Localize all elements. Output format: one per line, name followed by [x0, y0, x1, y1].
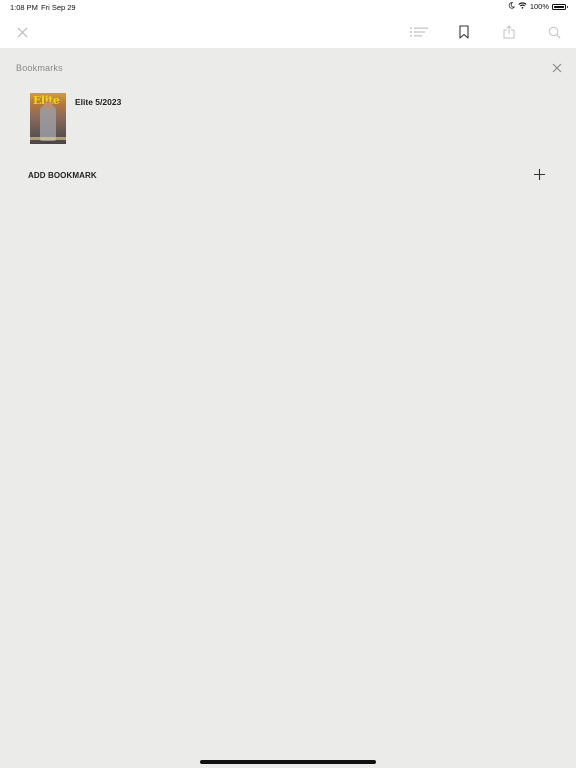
reader-toolbar: [0, 16, 576, 48]
battery-icon: [552, 3, 568, 10]
status-indicators: 100%: [508, 2, 568, 11]
cover-head: [44, 101, 52, 109]
close-icon[interactable]: [551, 61, 565, 75]
cover-figure: [40, 105, 56, 141]
home-indicator[interactable]: [200, 760, 376, 764]
magazine-cover: Elite: [30, 93, 66, 144]
plus-icon[interactable]: [533, 168, 547, 182]
status-date: Fri Sep 29: [41, 3, 76, 12]
panel-title: Bookmarks: [16, 63, 63, 73]
cover-band: [30, 137, 66, 140]
battery-percent: 100%: [529, 2, 549, 11]
bookmark-item[interactable]: Elite Elite 5/2023: [30, 93, 550, 145]
bookmark-icon[interactable]: [454, 22, 474, 42]
close-icon[interactable]: [12, 22, 32, 42]
bookmark-label: Elite 5/2023: [75, 97, 122, 107]
status-time: 1:08 PM: [10, 3, 38, 12]
status-bar: 1:08 PM Fri Sep 29 100%: [0, 0, 576, 16]
search-icon[interactable]: [544, 22, 564, 42]
list-icon[interactable]: [409, 22, 429, 42]
add-bookmark-label: ADD BOOKMARK: [28, 171, 97, 180]
share-icon[interactable]: [499, 22, 519, 42]
wifi-icon: [518, 2, 527, 11]
moon-icon: [508, 2, 515, 11]
add-bookmark-row[interactable]: ADD BOOKMARK: [28, 168, 550, 184]
